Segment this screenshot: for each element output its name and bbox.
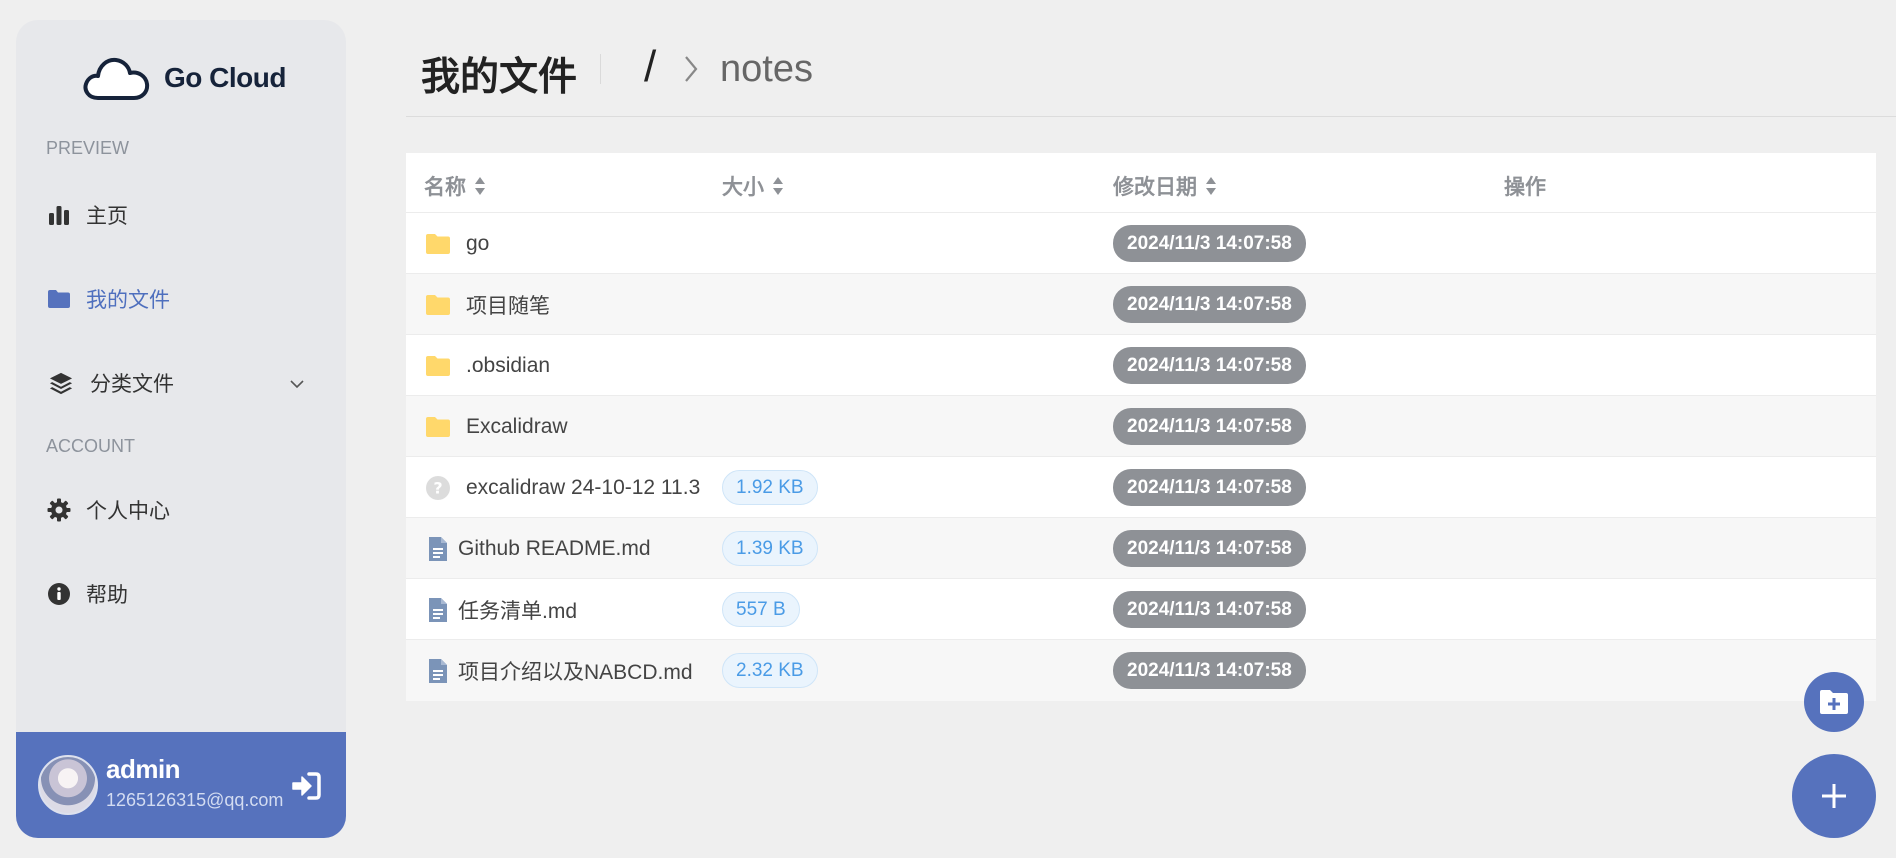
chevron-down-icon[interactable] — [288, 375, 306, 393]
folder-icon — [46, 286, 72, 312]
file-name[interactable]: go — [466, 232, 489, 256]
file-table: 名称 大小 修改日期 操作 go 2024/11/3 14:07:58 项目随笔 20… — [406, 153, 1876, 701]
breadcrumb-root[interactable]: / — [644, 42, 656, 92]
column-header-name[interactable]: 名称 — [424, 171, 486, 201]
page-title: 我的文件 — [421, 56, 578, 99]
add-button[interactable] — [1792, 754, 1876, 838]
sort-icon — [475, 177, 485, 195]
file-size-badge: 557 B — [722, 592, 800, 627]
file-name[interactable]: 项目随笔 — [466, 290, 550, 320]
document-icon — [424, 657, 452, 685]
file-name[interactable]: Excalidraw — [466, 415, 568, 439]
modified-date-badge: 2024/11/3 14:07:58 — [1113, 286, 1306, 323]
table-row[interactable]: Github README.md 1.39 KB 2024/11/3 14:07:5… — [406, 518, 1876, 579]
header-divider — [406, 116, 1896, 117]
document-icon — [424, 596, 452, 624]
logo-text: Go Cloud — [164, 62, 286, 93]
sidebar-item-label: 帮助 — [86, 584, 128, 607]
sort-icon — [1206, 177, 1216, 195]
sidebar-item-home[interactable]: 主页 — [46, 195, 336, 235]
table-row[interactable]: Excalidraw 2024/11/3 14:07:58 — [406, 396, 1876, 457]
user-email: 1265126315@qq.com — [106, 790, 284, 810]
file-name-cell[interactable]: 任务清单.md — [424, 579, 709, 640]
column-header-actions: 操作 — [1504, 176, 1546, 199]
table-row[interactable]: ? excalidraw 24-10-12 11.3 1.92 KB 2024/11/… — [406, 457, 1876, 518]
gear-icon — [46, 497, 72, 523]
cloud-icon — [83, 57, 150, 100]
section-label-preview: PREVIEW — [46, 138, 130, 158]
folder-icon — [424, 352, 452, 380]
title-divider — [600, 54, 601, 84]
file-name[interactable]: excalidraw 24-10-12 11.3 — [466, 476, 700, 500]
file-name-cell[interactable]: 项目介绍以及NABCD.md — [424, 640, 709, 701]
file-name-cell[interactable]: 项目随笔 — [424, 274, 709, 335]
folder-icon — [424, 291, 452, 319]
modified-date-badge: 2024/11/3 14:07:58 — [1113, 530, 1306, 567]
modified-date-badge: 2024/11/3 14:07:58 — [1113, 225, 1306, 262]
app-logo[interactable]: Go Cloud — [82, 50, 286, 106]
user-card: admin 1265126315@qq.com — [16, 732, 346, 838]
logout-icon[interactable] — [290, 770, 322, 802]
file-size-badge: 1.92 KB — [722, 470, 818, 505]
sidebar-item-label: 我的文件 — [86, 289, 170, 312]
sidebar-item-label: 个人中心 — [86, 500, 170, 523]
column-header-modified[interactable]: 修改日期 — [1113, 171, 1217, 201]
sidebar-item-label: 分类文件 — [90, 373, 174, 396]
sort-icon — [773, 177, 783, 195]
sidebar-item-help[interactable]: 帮助 — [46, 574, 336, 614]
modified-date-badge: 2024/11/3 14:07:58 — [1113, 469, 1306, 506]
plus-icon — [1822, 784, 1846, 808]
chevron-right-icon — [685, 56, 698, 82]
file-size-badge: 1.39 KB — [722, 531, 818, 566]
folder-plus-icon — [1820, 690, 1848, 714]
table-row[interactable]: 项目介绍以及NABCD.md 2.32 KB 2024/11/3 14:07:58 — [406, 640, 1876, 701]
sidebar-item-my-files[interactable]: 我的文件 — [46, 279, 336, 319]
svg-text:?: ? — [433, 478, 442, 497]
unknown-file-icon: ? — [424, 474, 452, 502]
table-row[interactable]: 项目随笔 2024/11/3 14:07:58 — [406, 274, 1876, 335]
file-name-cell[interactable]: Excalidraw — [424, 396, 709, 457]
info-icon — [46, 581, 72, 607]
file-name-cell[interactable]: go — [424, 213, 709, 274]
file-name-cell[interactable]: .obsidian — [424, 335, 709, 396]
sidebar-item-profile[interactable]: 个人中心 — [46, 490, 336, 530]
file-name[interactable]: 项目介绍以及NABCD.md — [458, 656, 693, 686]
document-icon — [424, 535, 452, 563]
new-folder-button[interactable] — [1804, 672, 1864, 732]
user-name: admin — [106, 754, 181, 784]
layers-icon — [46, 370, 76, 396]
table-row[interactable]: 任务清单.md 557 B 2024/11/3 14:07:58 — [406, 579, 1876, 640]
modified-date-badge: 2024/11/3 14:07:58 — [1113, 591, 1306, 628]
table-body: go 2024/11/3 14:07:58 项目随笔 2024/11/3 14:07:… — [406, 213, 1876, 701]
section-label-account: ACCOUNT — [46, 436, 135, 456]
sidebar-item-label: 主页 — [86, 205, 128, 228]
breadcrumb-current[interactable]: notes — [720, 48, 813, 91]
avatar[interactable] — [38, 755, 98, 815]
column-header-size[interactable]: 大小 — [722, 171, 784, 201]
modified-date-badge: 2024/11/3 14:07:58 — [1113, 347, 1306, 384]
modified-date-badge: 2024/11/3 14:07:58 — [1113, 652, 1306, 689]
folder-icon — [424, 413, 452, 441]
folder-icon — [424, 230, 452, 258]
sidebar-item-categories[interactable]: 分类文件 — [46, 363, 336, 403]
bar-chart-icon — [46, 202, 72, 228]
file-size-badge: 2.32 KB — [722, 653, 818, 688]
file-name[interactable]: .obsidian — [466, 354, 550, 378]
modified-date-badge: 2024/11/3 14:07:58 — [1113, 408, 1306, 445]
file-name-cell[interactable]: ? excalidraw 24-10-12 11.3 — [424, 457, 709, 518]
file-name[interactable]: 任务清单.md — [458, 595, 577, 625]
table-row[interactable]: .obsidian 2024/11/3 14:07:58 — [406, 335, 1876, 396]
file-name[interactable]: Github README.md — [458, 537, 651, 561]
table-row[interactable]: go 2024/11/3 14:07:58 — [406, 213, 1876, 274]
sidebar: Go Cloud PREVIEW 主页 我的文件 分类文件 ACCOUNT 个人… — [16, 20, 346, 838]
table-header: 名称 大小 修改日期 操作 — [406, 153, 1876, 213]
file-name-cell[interactable]: Github README.md — [424, 518, 709, 579]
